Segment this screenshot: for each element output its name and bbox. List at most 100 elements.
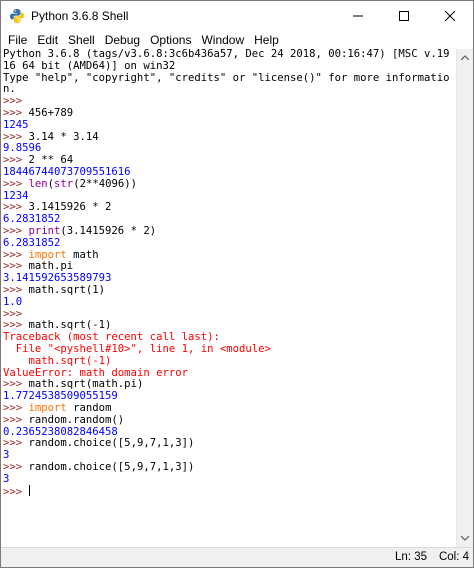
menu-debug[interactable]: Debug xyxy=(100,33,145,47)
shell-line: 0.2365238082846458 xyxy=(3,427,455,439)
shell-prompt: >>> xyxy=(3,249,29,261)
builtin-name: len xyxy=(28,178,48,190)
title-bar[interactable]: Python 3.6.8 Shell xyxy=(1,1,473,30)
shell-line: >>> import math xyxy=(3,250,455,262)
shell-line: >>> random.random() xyxy=(3,415,455,427)
output-value: 9.8596 xyxy=(3,143,42,155)
shell-line: >>> 3.14 * 3.14 xyxy=(3,132,455,144)
shell-line: >>> xyxy=(3,485,455,497)
input-code: math.sqrt(math.pi) xyxy=(28,379,144,391)
shell-prompt: >>> xyxy=(3,461,29,473)
output-value: 3.141592653589793 xyxy=(3,273,112,285)
shell-text-area[interactable]: Python 3.6.8 (tags/v3.6.8:3c6b436a57, De… xyxy=(3,49,455,547)
shell-prompt: >>> xyxy=(3,402,29,414)
text-cursor xyxy=(28,485,30,497)
minimize-icon xyxy=(353,15,363,16)
shell-prompt: >>> xyxy=(3,486,29,498)
input-code: random xyxy=(66,402,112,414)
vertical-scrollbar[interactable] xyxy=(456,49,473,547)
menu-bar: File Edit Shell Debug Options Window Hel… xyxy=(1,30,473,49)
shell-prompt: >>> xyxy=(3,379,29,391)
output-value: 0.2365238082846458 xyxy=(3,426,118,438)
shell-line: >>> math.sqrt(1) xyxy=(3,285,455,297)
maximize-button[interactable] xyxy=(381,1,427,30)
input-code: (3.1415926 * 2) xyxy=(60,225,157,237)
window-title: Python 3.6.8 Shell xyxy=(31,8,129,23)
input-code: math.sqrt(1) xyxy=(28,284,106,296)
output-value: 1234 xyxy=(3,190,29,202)
menu-edit[interactable]: Edit xyxy=(32,33,63,47)
shell-line: >>> random.choice([5,9,7,1,3]) xyxy=(3,438,455,450)
error-text: ValueError: math domain error xyxy=(3,367,188,379)
shell-line: >>> math.pi xyxy=(3,261,455,273)
scroll-down-button[interactable] xyxy=(457,530,473,547)
line-number-status: Ln: 35 xyxy=(395,551,427,563)
menu-window[interactable]: Window xyxy=(196,33,249,47)
shell-line: 9.8596 xyxy=(3,143,455,155)
menu-help[interactable]: Help xyxy=(249,33,284,47)
shell-line: 1.0 xyxy=(3,297,455,309)
shell-line: >>> math.sqrt(-1) xyxy=(3,320,455,332)
shell-line: 6.2831852 xyxy=(3,214,455,226)
menu-file[interactable]: File xyxy=(3,33,32,47)
scroll-up-button[interactable] xyxy=(457,49,473,66)
shell-line: >>> 2 ** 64 xyxy=(3,155,455,167)
shell-line: 1.7724538509055159 xyxy=(3,391,455,403)
builtin-name: print xyxy=(28,225,61,237)
shell-prompt: >>> xyxy=(3,225,29,237)
banner-text: 16 64 bit (AMD64)] on win32 xyxy=(3,60,176,72)
idle-shell-window: Python 3.6.8 Shell File Edit Shell Debug… xyxy=(0,0,474,568)
banner-text: n. xyxy=(3,84,16,96)
shell-line: 3 xyxy=(3,450,455,462)
input-code: (2**4096)) xyxy=(73,178,137,190)
input-code: 2 ** 64 xyxy=(28,155,74,167)
close-button[interactable] xyxy=(427,1,473,30)
shell-prompt: >>> xyxy=(3,438,29,450)
shell-line: >>> print(3.1415926 * 2) xyxy=(3,226,455,238)
menu-shell[interactable]: Shell xyxy=(63,33,100,47)
minimize-button[interactable] xyxy=(335,1,381,30)
shell-line: 1234 xyxy=(3,191,455,203)
shell-line: >>> random.choice([5,9,7,1,3]) xyxy=(3,462,455,474)
shell-prompt: >>> xyxy=(3,178,29,190)
keyword-text: import xyxy=(28,402,67,414)
shell-line: n. xyxy=(3,84,455,96)
shell-line: 1245 xyxy=(3,120,455,132)
menu-options[interactable]: Options xyxy=(145,33,196,47)
shell-prompt: >>> xyxy=(3,155,29,167)
shell-line: Type "help", "copyright", "credits" or "… xyxy=(3,73,455,85)
input-code: random.choice([5,9,7,1,3]) xyxy=(28,461,195,473)
chevron-up-icon xyxy=(461,55,469,60)
shell-prompt: >>> xyxy=(3,320,29,332)
input-code: 3.14 * 3.14 xyxy=(28,131,99,143)
input-code: math xyxy=(66,249,99,261)
chevron-down-icon xyxy=(461,536,469,541)
builtin-name: str xyxy=(54,178,74,190)
output-value: 18446744073709551616 xyxy=(3,166,131,178)
shell-prompt: >>> xyxy=(3,308,29,320)
column-number-status: Col: 4 xyxy=(438,551,469,563)
output-value: 3 xyxy=(3,450,10,462)
input-code: math.sqrt(-1) xyxy=(28,320,112,332)
input-code: random.random() xyxy=(28,414,125,426)
input-code: math.pi xyxy=(28,261,74,273)
input-code: 456+789 xyxy=(28,107,74,119)
shell-line: >>> 456+789 xyxy=(3,108,455,120)
shell-line: 3.141592653589793 xyxy=(3,273,455,285)
shell-line: >>> import random xyxy=(3,403,455,415)
shell-line: Python 3.6.8 (tags/v3.6.8:3c6b436a57, De… xyxy=(3,49,455,61)
error-text: math.sqrt(-1) xyxy=(3,355,112,367)
close-icon xyxy=(445,10,455,21)
error-text: Traceback (most recent call last): xyxy=(3,332,220,344)
output-value: 6.2831852 xyxy=(3,214,61,226)
shell-line: >>> len(str(2**4096)) xyxy=(3,179,455,191)
input-code: 3.1415926 * 2 xyxy=(28,202,112,214)
shell-line: >>> xyxy=(3,96,455,108)
shell-line: 6.2831852 xyxy=(3,238,455,250)
keyword-text: import xyxy=(28,249,67,261)
shell-line: Traceback (most recent call last): xyxy=(3,332,455,344)
error-text: File "<pyshell#10>", line 1, in <module> xyxy=(3,343,271,355)
status-bar: Ln: 35 Col: 4 xyxy=(1,547,473,567)
output-value: 1245 xyxy=(3,119,29,131)
output-value: 1.7724538509055159 xyxy=(3,391,118,403)
